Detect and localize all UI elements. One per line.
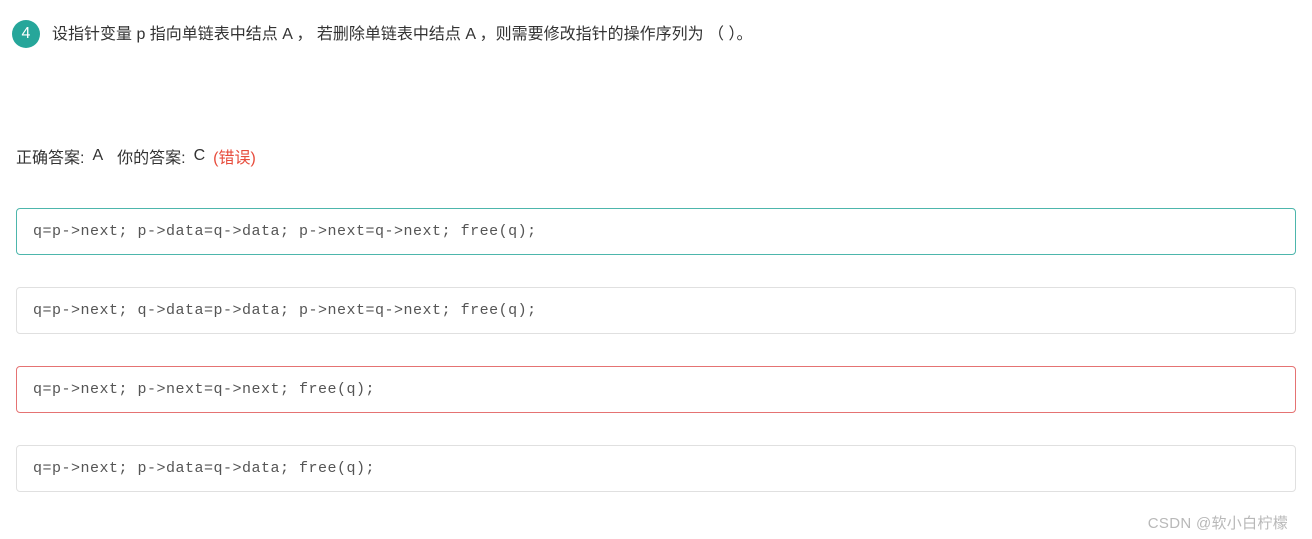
answer-row: 正确答案: A 你的答案: C (错误) xyxy=(12,144,1300,168)
option-a[interactable]: q=p->next; p->data=q->data; p->next=q->n… xyxy=(16,208,1296,255)
your-answer-label: 你的答案: xyxy=(117,144,185,168)
your-answer-letter: C xyxy=(194,147,206,165)
question-text: 设指针变量 p 指向单链表中结点 A ， 若删除单链表中结点 A ，则需要修改指… xyxy=(52,20,753,49)
option-c[interactable]: q=p->next; p->next=q->next; free(q); xyxy=(16,366,1296,413)
question-header: 4 设指针变量 p 指向单链表中结点 A ， 若删除单链表中结点 A ，则需要修… xyxy=(12,20,1300,49)
question-number-badge: 4 xyxy=(12,20,40,48)
correct-answer-label: 正确答案: xyxy=(16,144,84,168)
wrong-indicator: (错误) xyxy=(213,144,256,168)
option-b[interactable]: q=p->next; q->data=p->data; p->next=q->n… xyxy=(16,287,1296,334)
correct-answer-letter: A xyxy=(92,147,103,165)
option-d[interactable]: q=p->next; p->data=q->data; free(q); xyxy=(16,445,1296,492)
options-list: q=p->next; p->data=q->data; p->next=q->n… xyxy=(12,208,1300,492)
watermark: CSDN @软小白柠檬 xyxy=(1148,512,1288,533)
